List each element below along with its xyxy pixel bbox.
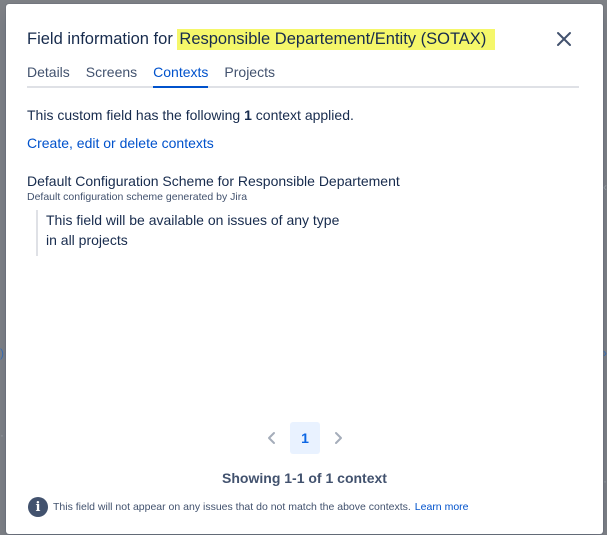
scheme-issue-types: This field will be available on issues o…: [46, 212, 340, 228]
info-icon: i: [28, 497, 48, 517]
tab-details[interactable]: Details: [27, 64, 70, 86]
edit-contexts-link[interactable]: Create, edit or delete contexts: [27, 135, 214, 151]
chevron-right-icon: [335, 432, 342, 444]
context-count: 1: [244, 107, 252, 123]
tab-bar: Details Screens Contexts Projects: [27, 64, 579, 88]
context-summary: This custom field has the following 1 co…: [27, 107, 354, 123]
scheme-projects: in all projects: [46, 232, 128, 248]
background-remnant: ‹: [603, 180, 607, 194]
background-remnant: ·: [603, 474, 607, 488]
field-information-dialog: Field information for Responsible Depart…: [6, 4, 603, 534]
tab-projects[interactable]: Projects: [224, 64, 275, 86]
chevron-left-icon: [268, 432, 275, 444]
dialog-header: Field information for Responsible Depart…: [27, 26, 583, 52]
tab-contexts[interactable]: Contexts: [153, 64, 209, 88]
dialog-title: Field information for Responsible Depart…: [27, 28, 490, 50]
title-prefix: Field information for: [27, 29, 173, 48]
summary-suffix: context applied.: [255, 107, 354, 123]
background-remnant: ·: [0, 428, 4, 442]
close-button[interactable]: [551, 26, 577, 52]
pagination-summary: Showing 1-1 of 1 context: [222, 470, 387, 486]
title-field-name: Responsible Departement/Entity (SOTAX): [177, 28, 490, 50]
footer-note: i This field will not appear on any issu…: [28, 497, 469, 517]
summary-prefix: This custom field has the following: [27, 107, 241, 123]
pagination: 1: [260, 422, 350, 454]
close-icon: [557, 32, 571, 46]
background-remnant: ›: [603, 346, 607, 360]
next-page-button[interactable]: [326, 422, 350, 454]
page-1-button[interactable]: 1: [290, 422, 320, 454]
learn-more-link[interactable]: Learn more: [415, 501, 469, 513]
previous-page-button[interactable]: [260, 422, 284, 454]
scheme-name: Default Configuration Scheme for Respons…: [27, 173, 400, 189]
footer-note-text: This field will not appear on any issues…: [53, 501, 411, 513]
scheme-details: This field will be available on issues o…: [36, 210, 356, 256]
tab-screens[interactable]: Screens: [86, 64, 137, 86]
background-remnant: ): [0, 346, 4, 360]
scheme-description: Default configuration scheme generated b…: [27, 191, 248, 203]
